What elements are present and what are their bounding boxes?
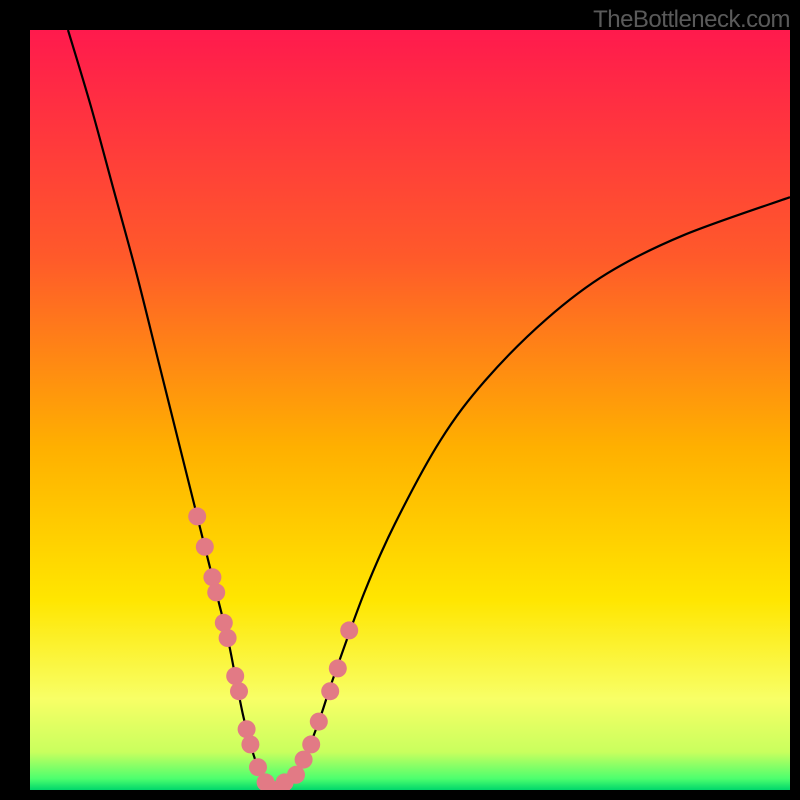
data-point	[196, 538, 214, 556]
data-point	[310, 713, 328, 731]
data-point	[302, 735, 320, 753]
chart-container: TheBottleneck.com	[0, 0, 800, 800]
data-point	[215, 614, 233, 632]
data-point	[238, 720, 256, 738]
data-point	[203, 568, 221, 586]
plot-area	[30, 30, 790, 790]
gradient-background	[30, 30, 790, 790]
data-point	[230, 682, 248, 700]
data-point	[329, 659, 347, 677]
watermark-text: TheBottleneck.com	[593, 6, 790, 34]
data-point	[321, 682, 339, 700]
data-point	[219, 629, 237, 647]
chart-svg	[30, 30, 790, 790]
data-point	[207, 583, 225, 601]
data-point	[241, 735, 259, 753]
data-point	[340, 621, 358, 639]
data-point	[226, 667, 244, 685]
data-point	[188, 507, 206, 525]
